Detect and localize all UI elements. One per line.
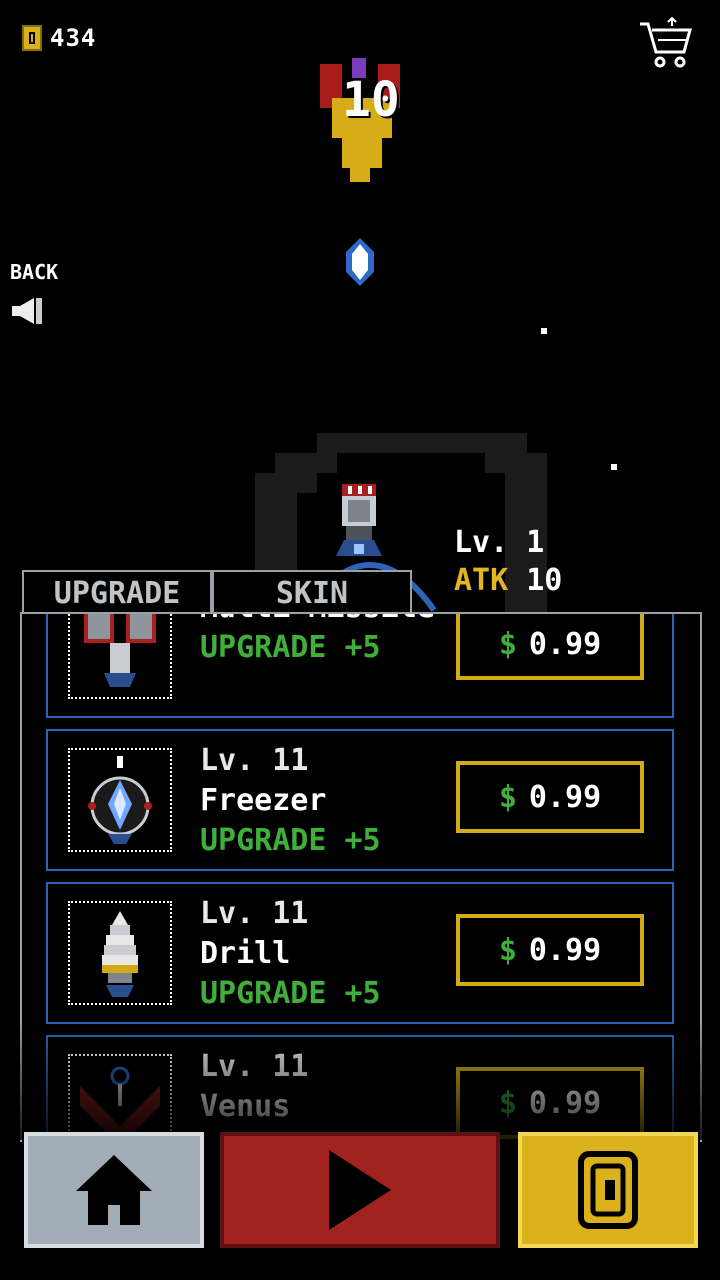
freezer-icon — [88, 756, 152, 844]
venus-thumbnail — [68, 1054, 172, 1142]
item-upgrade: UPGRADE +5 — [200, 630, 381, 665]
damage-number: 10 — [342, 72, 400, 128]
ship-stats: Lv. 1 ATK 10 — [454, 524, 562, 600]
tab-skin[interactable]: SKIN — [212, 570, 412, 614]
tab-upgrade[interactable]: UPGRADE — [22, 570, 212, 614]
currency-symbol: $ — [498, 626, 517, 662]
item-info: Lv. 11 Freezer UPGRADE +5 — [200, 741, 381, 861]
item-info: Multi Missile UPGRADE +5 — [200, 614, 435, 668]
price-value: 0.99 — [528, 932, 602, 968]
item-name: Drill — [200, 936, 291, 971]
item-level: Lv. 11 — [200, 1049, 309, 1084]
item-upgrade: UPGRADE +5 — [200, 976, 381, 1011]
coin-count: 434 — [50, 24, 97, 52]
multi-missile-thumbnail — [68, 614, 172, 699]
atk-value: 10 — [526, 563, 563, 598]
item-level: Lv. 11 — [200, 896, 309, 931]
multi-missile-icon — [84, 614, 156, 687]
back-button[interactable]: BACK — [10, 260, 58, 330]
player-bullet — [346, 238, 374, 286]
atk-label: ATK — [454, 563, 509, 598]
item-name: Freezer — [200, 783, 327, 818]
coin-icon — [578, 1151, 638, 1229]
currency-symbol: $ — [498, 1085, 517, 1121]
buy-button-multi-missile[interactable]: $ 0.99 — [456, 614, 644, 680]
item-upgrade: UPGRADE +5 — [200, 823, 381, 858]
back-label: BACK — [10, 260, 59, 284]
drill-icon — [102, 911, 138, 997]
upgrade-list: Multi Missile UPGRADE +5 $ 0.99 — [46, 614, 676, 1142]
coin-icon — [22, 25, 42, 51]
item-info: Lv. 11 Drill UPGRADE +5 — [200, 894, 381, 1014]
price-value: 0.99 — [528, 626, 602, 662]
drill-thumbnail — [68, 901, 172, 1005]
upgrade-item-multi-missile[interactable]: Multi Missile UPGRADE +5 $ 0.99 — [46, 614, 674, 718]
coin-counter: 434 — [22, 24, 96, 52]
upgrade-panel[interactable]: Multi Missile UPGRADE +5 $ 0.99 — [20, 612, 702, 1142]
play-icon — [329, 1150, 391, 1230]
currency-symbol: $ — [498, 932, 517, 968]
buy-button-freezer[interactable]: $ 0.99 — [456, 761, 644, 833]
buy-button-drill[interactable]: $ 0.99 — [456, 914, 644, 986]
coin-shop-button[interactable] — [518, 1132, 698, 1248]
star — [611, 464, 617, 470]
ship-level: Lv. 1 — [454, 525, 545, 560]
star — [541, 328, 547, 334]
buy-button-venus[interactable]: $ 0.99 — [456, 1067, 644, 1139]
upgrade-item-venus[interactable]: Lv. 11 Venus $ 0.99 — [46, 1035, 674, 1142]
upgrade-item-freezer[interactable]: Lv. 11 Freezer UPGRADE +5 $ 0.99 — [46, 729, 674, 871]
upgrade-item-drill[interactable]: Lv. 11 Drill UPGRADE +5 $ 0.99 — [46, 882, 674, 1024]
home-button[interactable] — [24, 1132, 204, 1248]
home-icon — [76, 1155, 152, 1225]
item-name: Venus — [200, 1089, 291, 1124]
speaker-back-icon — [12, 298, 42, 324]
play-button[interactable] — [220, 1132, 500, 1248]
venus-icon — [80, 1066, 160, 1142]
freezer-thumbnail — [68, 748, 172, 852]
tab-bar: UPGRADE SKIN — [22, 570, 422, 614]
item-info: Lv. 11 Venus — [200, 1047, 308, 1127]
item-level: Lv. 11 — [200, 743, 309, 778]
item-name: Multi Missile — [200, 614, 435, 628]
cart-icon[interactable] — [638, 16, 694, 70]
price-value: 0.99 — [528, 779, 602, 815]
currency-symbol: $ — [498, 779, 517, 815]
price-value: 0.99 — [528, 1085, 602, 1121]
